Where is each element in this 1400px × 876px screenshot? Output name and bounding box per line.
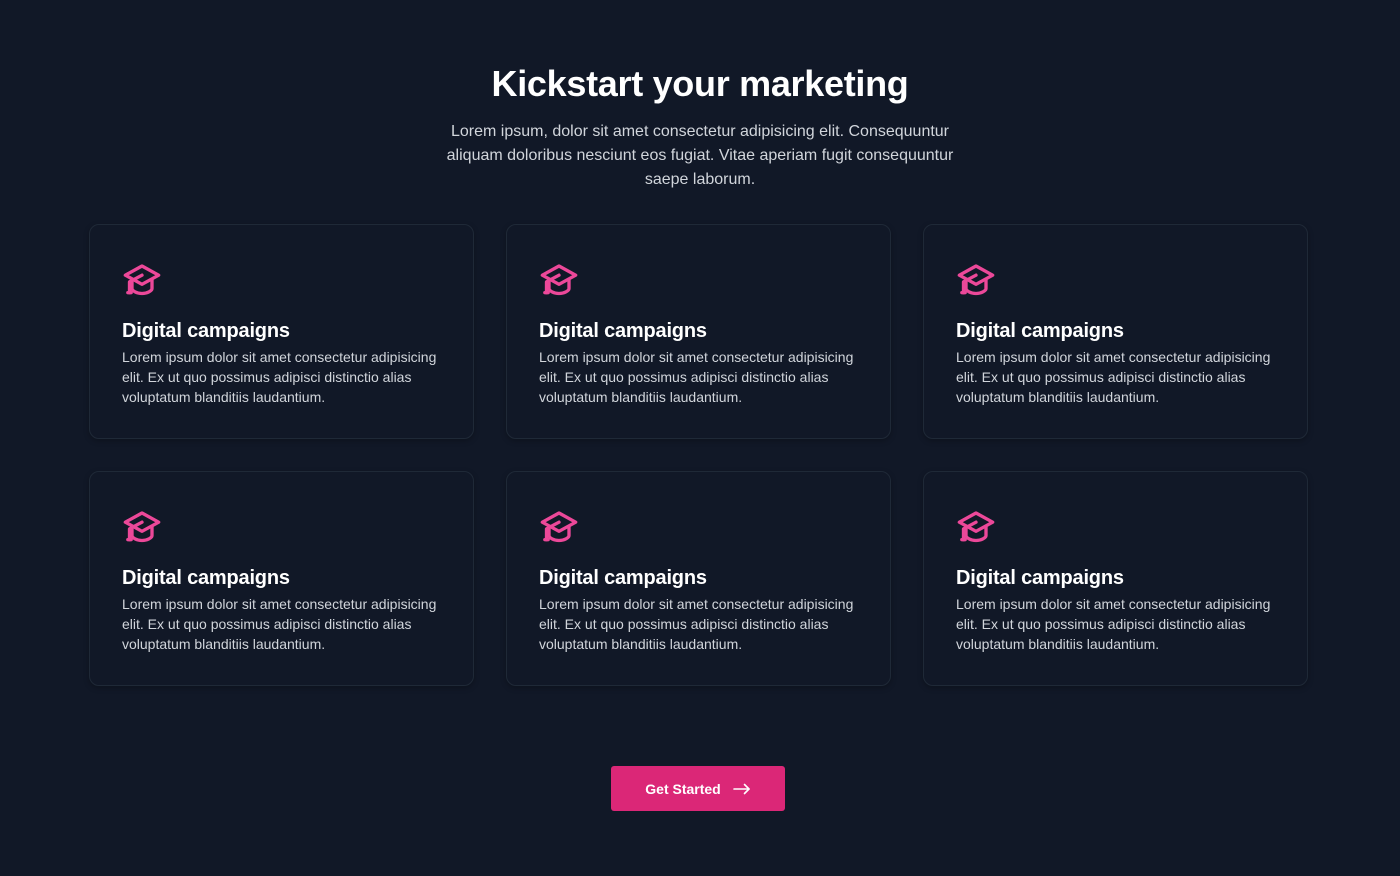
card-title: Digital campaigns [122,320,290,342]
graduation-cap-icon [122,508,162,548]
feature-card: Digital campaigns Lorem ipsum dolor sit … [923,471,1308,686]
section-subtitle: Lorem ipsum, dolor sit amet consectetur … [446,123,954,188]
card-description: Lorem ipsum dolor sit amet consectetur a… [122,596,437,652]
feature-card: Digital campaigns Lorem ipsum dolor sit … [506,224,891,439]
feature-card: Digital campaigns Lorem ipsum dolor sit … [506,471,891,686]
section-title: Kickstart your marketing [491,63,909,104]
graduation-cap-icon [122,261,162,301]
feature-card: Digital campaigns Lorem ipsum dolor sit … [923,224,1308,439]
card-description: Lorem ipsum dolor sit amet consectetur a… [539,596,854,652]
card-description: Lorem ipsum dolor sit amet consectetur a… [956,349,1271,405]
card-description: Lorem ipsum dolor sit amet consectetur a… [956,596,1271,652]
card-description: Lorem ipsum dolor sit amet consectetur a… [122,349,437,405]
card-title: Digital campaigns [956,567,1124,589]
feature-grid: Digital campaigns Lorem ipsum dolor sit … [89,224,1308,686]
get-started-button[interactable]: Get Started [611,766,785,811]
features-section: Kickstart your marketing Lorem ipsum, do… [0,0,1400,876]
card-title: Digital campaigns [122,567,290,589]
graduation-cap-icon [956,261,996,301]
card-title: Digital campaigns [956,320,1124,342]
get-started-label: Get Started [645,780,721,797]
card-title: Digital campaigns [539,320,707,342]
card-description: Lorem ipsum dolor sit amet consectetur a… [539,349,854,405]
arrow-right-icon [732,783,751,795]
feature-card: Digital campaigns Lorem ipsum dolor sit … [89,224,474,439]
graduation-cap-icon [539,261,579,301]
card-title: Digital campaigns [539,567,707,589]
feature-card: Digital campaigns Lorem ipsum dolor sit … [89,471,474,686]
graduation-cap-icon [956,508,996,548]
section-header: Kickstart your marketing Lorem ipsum, do… [0,62,1400,192]
graduation-cap-icon [539,508,579,548]
